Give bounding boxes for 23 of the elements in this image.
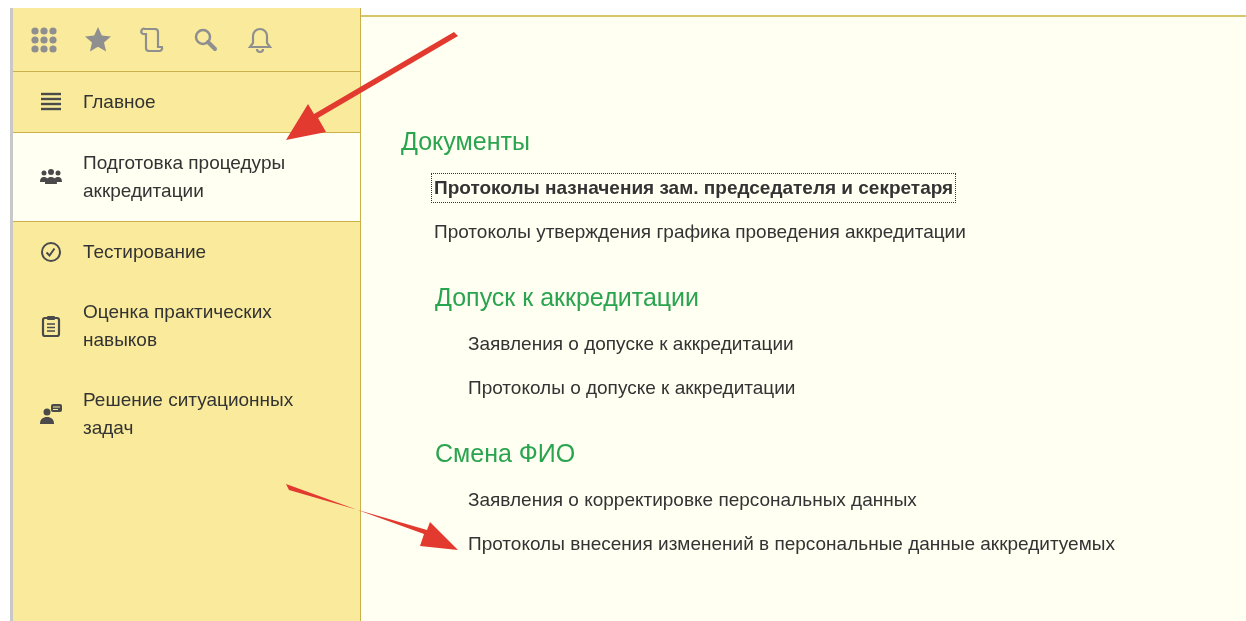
- clipboard-icon: [39, 314, 63, 338]
- sidebar-item[interactable]: Главное: [13, 72, 360, 132]
- document-link[interactable]: Заявления о корректировке персональных данных: [465, 485, 920, 515]
- sidebar-item[interactable]: Тестирование: [13, 222, 360, 282]
- sidebar-item-label: Оценка практических навыков: [83, 300, 273, 352]
- sidebar-item-label: Подготовка процедуры аккредитации: [83, 151, 287, 203]
- sidebar-item-label: Решение ситуационных задач: [83, 388, 295, 440]
- sidebar-item[interactable]: Решение ситуационных задач: [13, 370, 360, 458]
- user-message-icon: [39, 402, 63, 426]
- section-heading: Документы: [401, 126, 530, 157]
- document-link[interactable]: Протоколы назначения зам. председателя и секретаря: [431, 173, 957, 203]
- sidebar-item[interactable]: Подготовка процедуры аккредитации: [13, 132, 360, 222]
- sidebar-item[interactable]: Оценка практических навыков: [13, 282, 360, 370]
- document-link[interactable]: Заявления о допуске к аккредитации: [465, 329, 797, 359]
- section-heading: Допуск к аккредитации: [435, 282, 700, 313]
- clock-icon: [39, 240, 63, 264]
- apps-grid-icon[interactable]: [29, 24, 59, 55]
- sidebar-item-label: Тестирование: [83, 240, 208, 264]
- document-link[interactable]: Протоколы внесения изменений в персональные данные аккредитуемых: [465, 529, 1118, 559]
- sidebar-item-label: Главное: [83, 90, 157, 114]
- section-heading: Смена ФИО: [435, 438, 576, 469]
- document-link[interactable]: Протоколы о допуске к аккредитации: [465, 373, 799, 403]
- document-link[interactable]: Протоколы утверждения графика проведения аккредитации: [431, 217, 969, 247]
